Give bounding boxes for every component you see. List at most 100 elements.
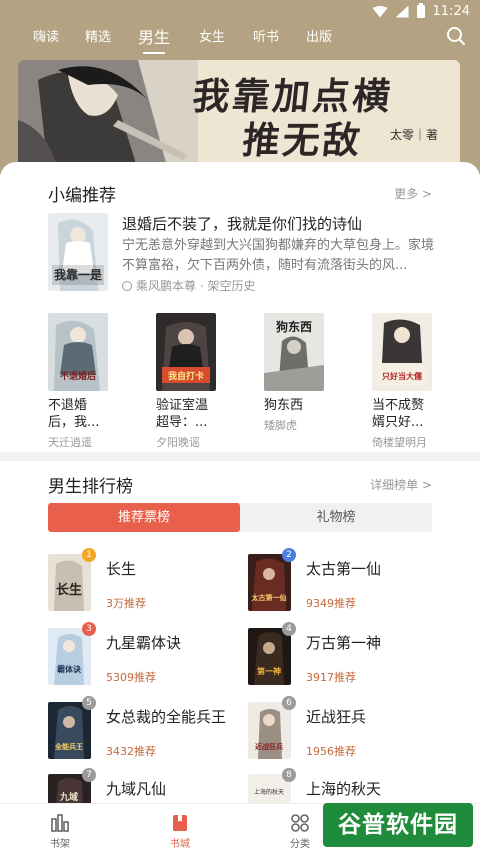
book-cover: 全能兵王 [48, 702, 91, 759]
book-cover-text: 第一神 [257, 666, 281, 676]
book-name: 万古第一神 [306, 634, 382, 652]
book-card[interactable]: 不退婚后 不退婚后，我... 天迁逍遥 [48, 313, 118, 450]
book-cover-text: 只好当大儒 [382, 371, 422, 381]
status-bar: 11:24 [0, 0, 480, 24]
nav-category[interactable]: 分类 [270, 804, 330, 854]
ranking-details-link[interactable]: 详细榜单 > [370, 476, 432, 493]
rank-badge: 5 [82, 696, 96, 710]
tab-jingxuan[interactable]: 精选 [85, 26, 111, 45]
book-votes: 1956推荐 [306, 745, 356, 758]
nav-bookshelf[interactable]: 书架 [30, 804, 90, 854]
book-votes: 5309推荐 [106, 671, 156, 684]
featured-book-cover[interactable]: 我靠一是 [48, 213, 108, 291]
bookshelf-icon [51, 814, 69, 832]
recommend-more-link[interactable]: 更多 > [394, 185, 432, 202]
category-icon [291, 814, 309, 832]
rank-badge: 3 [82, 622, 96, 636]
book-name: 九域凡仙 [106, 780, 167, 798]
search-icon[interactable] [446, 26, 466, 46]
book-title: 验证室温超导：... [156, 398, 209, 430]
book-name: 女总裁的全能兵王 [106, 708, 227, 726]
wifi-icon [372, 5, 388, 18]
rank-badge: 4 [282, 622, 296, 636]
featured-book-author-category: 乘风鹏本尊 · 架空历史 [136, 279, 256, 293]
banner-author: 太零｜著 [390, 128, 439, 142]
watermark-logo: 谷普软件园 [323, 803, 473, 847]
tab-male[interactable]: 男生 [138, 24, 170, 54]
ranking-item[interactable]: 全能兵王 5 女总裁的全能兵王 3432推荐 [48, 696, 228, 766]
book-votes: 3万推荐 [106, 597, 146, 610]
ranking-item[interactable]: 霸体诀 3 九星霸体诀 5309推荐 [48, 622, 228, 692]
ranking-section-title: 男生排行榜 [48, 477, 133, 497]
ranking-item[interactable]: 长生 1 长生 3万推荐 [48, 548, 228, 618]
ranking-item[interactable]: 第一神 4 万古第一神 3917推荐 [248, 622, 428, 692]
book-cover-text: 长生 [56, 582, 82, 598]
tab-audiobook[interactable]: 听书 [253, 26, 279, 45]
ranking-item[interactable]: 近战狂兵 6 近战狂兵 1956推荐 [248, 696, 428, 766]
book-card[interactable]: 只好当大儒 当不成赘婿只好... 倚楼望明月 [372, 313, 442, 450]
featured-book-title[interactable]: 退婚后不装了，我就是你们找的诗仙 [122, 213, 362, 234]
ranking-item[interactable]: 太古第一仙 2 太古第一仙 9349推荐 [248, 548, 428, 618]
book-name: 近战狂兵 [306, 708, 367, 726]
book-card[interactable]: 我自打卡 验证室温超导：... 夕阳晚谣 [156, 313, 226, 450]
nav-category-label: 分类 [290, 839, 310, 850]
featured-book-description: 宁无恙意外穿越到大兴国狗都嫌弃的大草包身上。家境不算富裕，欠下百两外债，随时有流… [122, 238, 435, 273]
status-time: 11:24 [432, 4, 470, 19]
section-divider [0, 452, 480, 461]
banner-illustration [18, 60, 198, 170]
book-cover: 近战狂兵 [248, 702, 291, 759]
ranking-type-toggle: 推荐票榜 礼物榜 [48, 503, 432, 532]
banner-title-line2: 推无敌 [240, 118, 365, 162]
book-title: 当不成赘婿只好... [372, 398, 425, 430]
tab-female[interactable]: 女生 [199, 26, 225, 45]
book-cover: 我自打卡 [156, 313, 216, 391]
tab-recommend-votes[interactable]: 推荐票榜 [48, 503, 240, 532]
rank-badge: 8 [282, 768, 296, 782]
book-cover-text: 我自打卡 [168, 370, 204, 382]
book-cover-text: 全能兵王 [54, 742, 83, 751]
nav-bookshelf-label: 书架 [50, 839, 70, 850]
tab-haidu[interactable]: 嗨读 [33, 26, 59, 45]
book-cover: 只好当大儒 [372, 313, 432, 391]
book-card[interactable]: 狗东西 狗东西 矮脚虎 [264, 313, 334, 433]
rank-badge: 1 [82, 548, 96, 562]
nav-bookstore-label: 书城 [170, 839, 190, 850]
book-cover: 太古第一仙 [248, 554, 291, 611]
book-cover-text: 太古第一仙 [252, 593, 287, 602]
book-votes: 3432推荐 [106, 745, 156, 758]
bookstore-icon [173, 815, 187, 831]
book-cover: 不退婚后 [48, 313, 108, 391]
book-cover: 霸体诀 [48, 628, 91, 685]
book-name: 太古第一仙 [306, 560, 382, 578]
book-votes: 3917推荐 [306, 671, 356, 684]
book-author: 倚楼望明月 [372, 436, 427, 449]
book-author: 矮脚虎 [264, 419, 297, 432]
book-cover-text: 不退婚后 [60, 370, 96, 382]
rank-badge: 6 [282, 696, 296, 710]
book-author: 夕阳晚谣 [156, 436, 200, 449]
channel-tabs: 嗨读 精选 男生 女生 听书 出版 [0, 24, 480, 60]
tab-publish[interactable]: 出版 [306, 26, 332, 45]
book-author: 天迁逍遥 [48, 436, 92, 449]
book-name: 长生 [106, 560, 137, 578]
tab-gifts[interactable]: 礼物榜 [240, 503, 432, 532]
recommend-section-title: 小编推荐 [48, 186, 116, 206]
book-name: 上海的秋天 [306, 780, 382, 798]
book-name: 九星霸体诀 [106, 634, 182, 652]
book-cover: 狗东西 [264, 313, 324, 391]
book-title: 狗东西 [264, 398, 304, 413]
book-cover-text: 近战狂兵 [255, 742, 283, 751]
book-cover-text: 上海的秋天 [254, 788, 284, 796]
nav-bookstore[interactable]: 书城 [150, 804, 210, 854]
book-cover: 长生 [48, 554, 91, 611]
book-cover: 第一神 [248, 628, 291, 685]
author-icon [122, 280, 132, 291]
rank-badge: 7 [82, 768, 96, 782]
book-cover-text: 霸体诀 [57, 664, 81, 674]
rank-badge: 2 [282, 548, 296, 562]
featured-book-meta: 乘风鹏本尊 · 架空历史 [122, 277, 255, 294]
book-cover-text: 九域 [59, 791, 78, 803]
signal-icon [395, 5, 409, 18]
promo-banner[interactable]: 我靠加点横 推无敌 太零｜著 [18, 60, 460, 170]
book-title: 不退婚后，我... [48, 398, 100, 430]
